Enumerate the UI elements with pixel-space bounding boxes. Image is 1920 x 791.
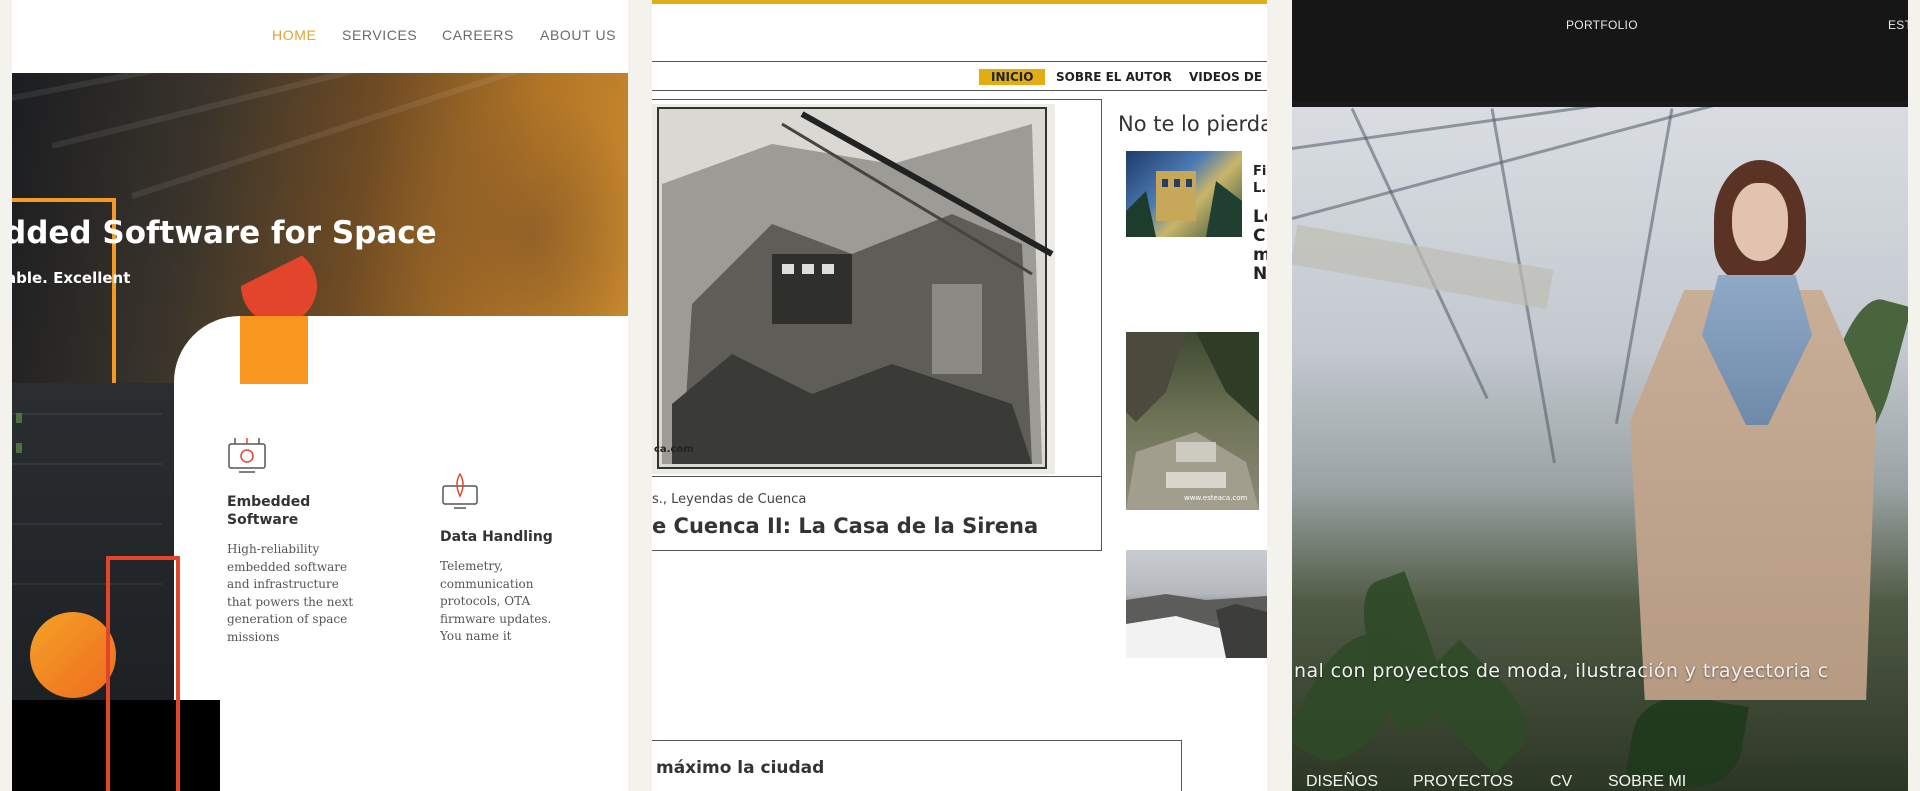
feature-desc-data: Telemetry, communication protocols, OTA …: [440, 558, 551, 646]
ceiling-beam: [131, 73, 628, 199]
sidebar-title: No te lo pierda: [1118, 112, 1267, 136]
side-item-line[interactable]: Fi: [1253, 164, 1266, 179]
red-outline-frame: [106, 556, 180, 791]
side-item-line[interactable]: N: [1253, 264, 1267, 284]
feature-title-data: Data Handling: [440, 529, 553, 545]
top-nav: HOME SERVICES CAREERS ABOUT US: [12, 0, 628, 73]
desc-line: You name it: [440, 629, 512, 643]
desc-line: High-reliability: [227, 542, 320, 556]
greenhouse-frame: [1292, 107, 1908, 150]
desc-line: that powers the next: [227, 594, 354, 609]
nav-services[interactable]: SERVICES: [342, 27, 417, 43]
rack-line: [12, 413, 162, 415]
nav-proyectos[interactable]: PROYECTOS: [1413, 773, 1513, 791]
nav-portfolio[interactable]: PORTFOLIO: [1566, 18, 1638, 32]
main-menu: INICIO SOBRE EL AUTOR VIDEOS DE C: [652, 61, 1267, 91]
image-watermark: ca.com: [654, 444, 694, 455]
side-item-line[interactable]: C: [1253, 226, 1265, 246]
nav-about-us[interactable]: ABOUT US: [540, 27, 616, 43]
led-indicator: [16, 443, 22, 453]
thumb-2-art: [1126, 332, 1259, 510]
hanging-houses-sketch: [652, 104, 1055, 474]
rack-line: [12, 523, 162, 525]
hero-tagline: nal con proyectos de moda, ilustración y…: [1294, 660, 1829, 682]
nav-disenos[interactable]: DISEÑOS: [1306, 773, 1378, 791]
sidebar-thumb-3[interactable]: [1126, 550, 1267, 658]
led-indicator: [16, 413, 22, 423]
side-item-line[interactable]: m: [1253, 245, 1267, 265]
post-card-2-title[interactable]: máximo la ciudad: [656, 758, 824, 778]
menu-videos[interactable]: VIDEOS DE C: [1189, 70, 1267, 84]
ceiling-beam: [51, 73, 628, 149]
feature-desc-embedded: High-reliability embedded software and i…: [227, 541, 353, 646]
thumb-1-art: [1126, 171, 1242, 237]
desc-line: generation of space: [227, 612, 348, 626]
sidebar-thumb-2[interactable]: www.esteaca.com: [1126, 332, 1259, 510]
thumb-3-art: [1126, 594, 1267, 658]
portfolio-header: PORTFOLIO EST: [1292, 0, 1908, 102]
model-face: [1732, 183, 1788, 261]
nav-est[interactable]: EST: [1888, 18, 1908, 32]
greenhouse-frame: [1292, 107, 1908, 220]
rack-line: [12, 463, 162, 465]
desc-line: protocols, OTA: [440, 594, 531, 608]
featured-post-image[interactable]: ca.com: [652, 104, 1055, 474]
panel-cuenca-blog: INICIO SOBRE EL AUTOR VIDEOS DE C ca.com…: [652, 0, 1267, 791]
desc-line: firmware updates.: [440, 611, 552, 626]
menu-sobre-el-autor[interactable]: SOBRE EL AUTOR: [1056, 70, 1172, 84]
orange-square: [240, 316, 308, 384]
nav-home[interactable]: HOME: [272, 27, 316, 43]
embedded-board-icon: [228, 438, 266, 473]
feature-title-line: Software: [227, 512, 299, 528]
hero-title: dded Software for Space: [12, 215, 437, 251]
rocket-monitor-icon: [442, 472, 478, 509]
feature-title-embedded: Embedded Software: [227, 493, 310, 529]
desc-line: missions: [227, 629, 280, 644]
nav-careers[interactable]: CAREERS: [442, 27, 514, 43]
divider: [652, 476, 1102, 477]
side-item-line[interactable]: L...: [1253, 181, 1267, 196]
side-item-line[interactable]: Le: [1253, 207, 1267, 227]
hero-subtitle: able. Excellent: [12, 269, 131, 287]
orange-circle: [30, 612, 116, 698]
nav-cv[interactable]: CV: [1550, 773, 1572, 791]
panel-fashion-portfolio: PORTFOLIO EST nal con proyectos de moda,…: [1292, 0, 1908, 791]
post-title[interactable]: e Cuenca II: La Casa de la Sirena: [652, 514, 1038, 538]
desc-line: embedded software: [227, 559, 348, 574]
nav-sobre-mi[interactable]: SOBRE MI: [1608, 773, 1686, 791]
feature-title-line: Embedded: [227, 494, 311, 510]
desc-line: and infrastructure: [227, 577, 339, 591]
desc-line: Telemetry,: [440, 559, 504, 573]
accent-bar: [652, 0, 1267, 4]
menu-inicio[interactable]: INICIO: [979, 69, 1046, 85]
sidebar-thumb-1[interactable]: [1126, 151, 1242, 237]
desc-line: communication: [440, 576, 534, 591]
thumb-watermark: www.esteaca.com: [1184, 494, 1248, 502]
panel-space-software-site: HOME SERVICES CAREERS ABOUT US dded Soft…: [12, 0, 628, 791]
post-categories[interactable]: s., Leyendas de Cuenca: [652, 492, 806, 507]
